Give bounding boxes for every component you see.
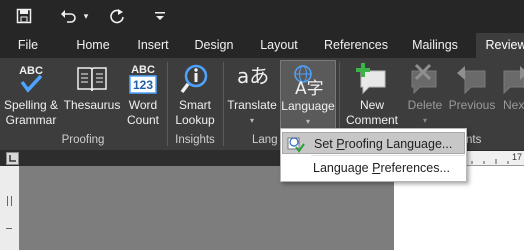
language-dropdown-menu: Set Proofing Language... Language Prefer… xyxy=(280,128,467,182)
smart-lookup-icon xyxy=(171,60,219,98)
redo-icon[interactable] xyxy=(106,4,128,28)
spelling-grammar-button[interactable]: ABC Spelling & Grammar xyxy=(2,60,60,128)
previous-label: Previous xyxy=(448,98,496,112)
spelling-check-icon: ABC xyxy=(2,60,60,98)
tab-home[interactable]: Home xyxy=(66,33,120,58)
tab-selector[interactable] xyxy=(6,152,19,165)
tab-insert[interactable]: Insert xyxy=(128,33,178,58)
new-comment-button[interactable]: New Comment xyxy=(343,60,401,128)
language-preferences-menu-item[interactable]: Language Preferences... xyxy=(282,157,465,179)
tab-review[interactable]: Review xyxy=(476,33,524,58)
smart-lookup-button[interactable]: Smart Lookup xyxy=(171,60,219,128)
word-count-label-line1: Word xyxy=(128,98,158,112)
quick-access-toolbar: ▾ xyxy=(0,0,524,33)
delete-comment-icon xyxy=(403,60,447,98)
delete-chevron-down-icon: ▾ xyxy=(422,116,427,125)
svg-text:ABC: ABC xyxy=(131,64,155,76)
svg-text:A字: A字 xyxy=(295,79,324,96)
next-comment-icon xyxy=(499,60,524,98)
menu-divider xyxy=(311,155,465,156)
group-divider xyxy=(167,62,168,146)
delete-comment-button[interactable]: Delete ▾ xyxy=(403,60,447,128)
undo-icon[interactable] xyxy=(58,4,80,28)
set-proofing-language-menu-item[interactable]: Set Proofing Language... xyxy=(282,132,465,154)
translate-chevron-down-icon: ▾ xyxy=(249,116,254,125)
smart-lookup-label-line1: Smart xyxy=(178,98,211,112)
tab-design[interactable]: Design xyxy=(186,33,242,58)
new-comment-icon xyxy=(343,60,401,98)
language-preferences-label: Language Preferences... xyxy=(313,161,450,175)
undo-dropdown-chevron-icon[interactable]: ▾ xyxy=(80,4,92,28)
language-icon: A字 xyxy=(281,61,335,99)
tab-mailings[interactable]: Mailings xyxy=(404,33,466,58)
ruler-mark xyxy=(6,228,12,229)
translate-label: Translate xyxy=(227,98,277,112)
delete-label: Delete xyxy=(407,98,443,112)
thesaurus-button[interactable]: Thesaurus xyxy=(62,60,122,113)
language-button[interactable]: A字 Language ▾ xyxy=(280,60,336,130)
word-count-label-line2: Count xyxy=(126,113,160,127)
group-divider xyxy=(223,62,224,146)
ribbon-tab-strip: File Home Insert Design Layout Reference… xyxy=(0,33,524,58)
translate-icon: aあ xyxy=(226,60,278,98)
next-comment-button[interactable]: Nex xyxy=(499,60,524,113)
thesaurus-label: Thesaurus xyxy=(63,98,121,112)
book-icon xyxy=(62,60,122,98)
language-chevron-down-icon: ▾ xyxy=(305,117,310,126)
smart-lookup-label-line2: Lookup xyxy=(175,113,215,127)
language-label: Language xyxy=(281,99,335,113)
ruler-mark xyxy=(7,196,12,206)
ruler-number: 17 xyxy=(512,152,523,162)
insights-group-label: Insights xyxy=(175,134,215,146)
proofing-group-label: Proofing xyxy=(61,134,105,146)
translate-button[interactable]: aあ Translate ▾ xyxy=(226,60,278,128)
next-label: Nex xyxy=(503,98,524,112)
set-proofing-language-label: Set Proofing Language... xyxy=(314,137,453,151)
save-icon[interactable] xyxy=(12,4,36,28)
previous-comment-icon xyxy=(447,60,497,98)
spelling-label-line1: Spelling & xyxy=(3,98,59,112)
tab-references[interactable]: References xyxy=(318,33,394,58)
tab-file[interactable]: File xyxy=(8,33,48,58)
word-count-button[interactable]: ABC 123 Word Count xyxy=(124,60,162,128)
previous-comment-button[interactable]: Previous xyxy=(447,60,497,113)
word-count-icon: ABC 123 xyxy=(124,60,162,98)
new-comment-label-line1: New xyxy=(359,98,384,112)
svg-text:123: 123 xyxy=(133,78,153,92)
vertical-ruler[interactable] xyxy=(0,166,20,250)
customize-qat-icon[interactable] xyxy=(152,4,168,28)
tab-layout[interactable]: Layout xyxy=(250,33,308,58)
new-comment-label-line2: Comment xyxy=(345,113,398,127)
svg-text:aあ: aあ xyxy=(237,64,269,88)
spelling-label-line2: Grammar xyxy=(5,113,57,127)
proofing-language-icon xyxy=(287,137,305,153)
